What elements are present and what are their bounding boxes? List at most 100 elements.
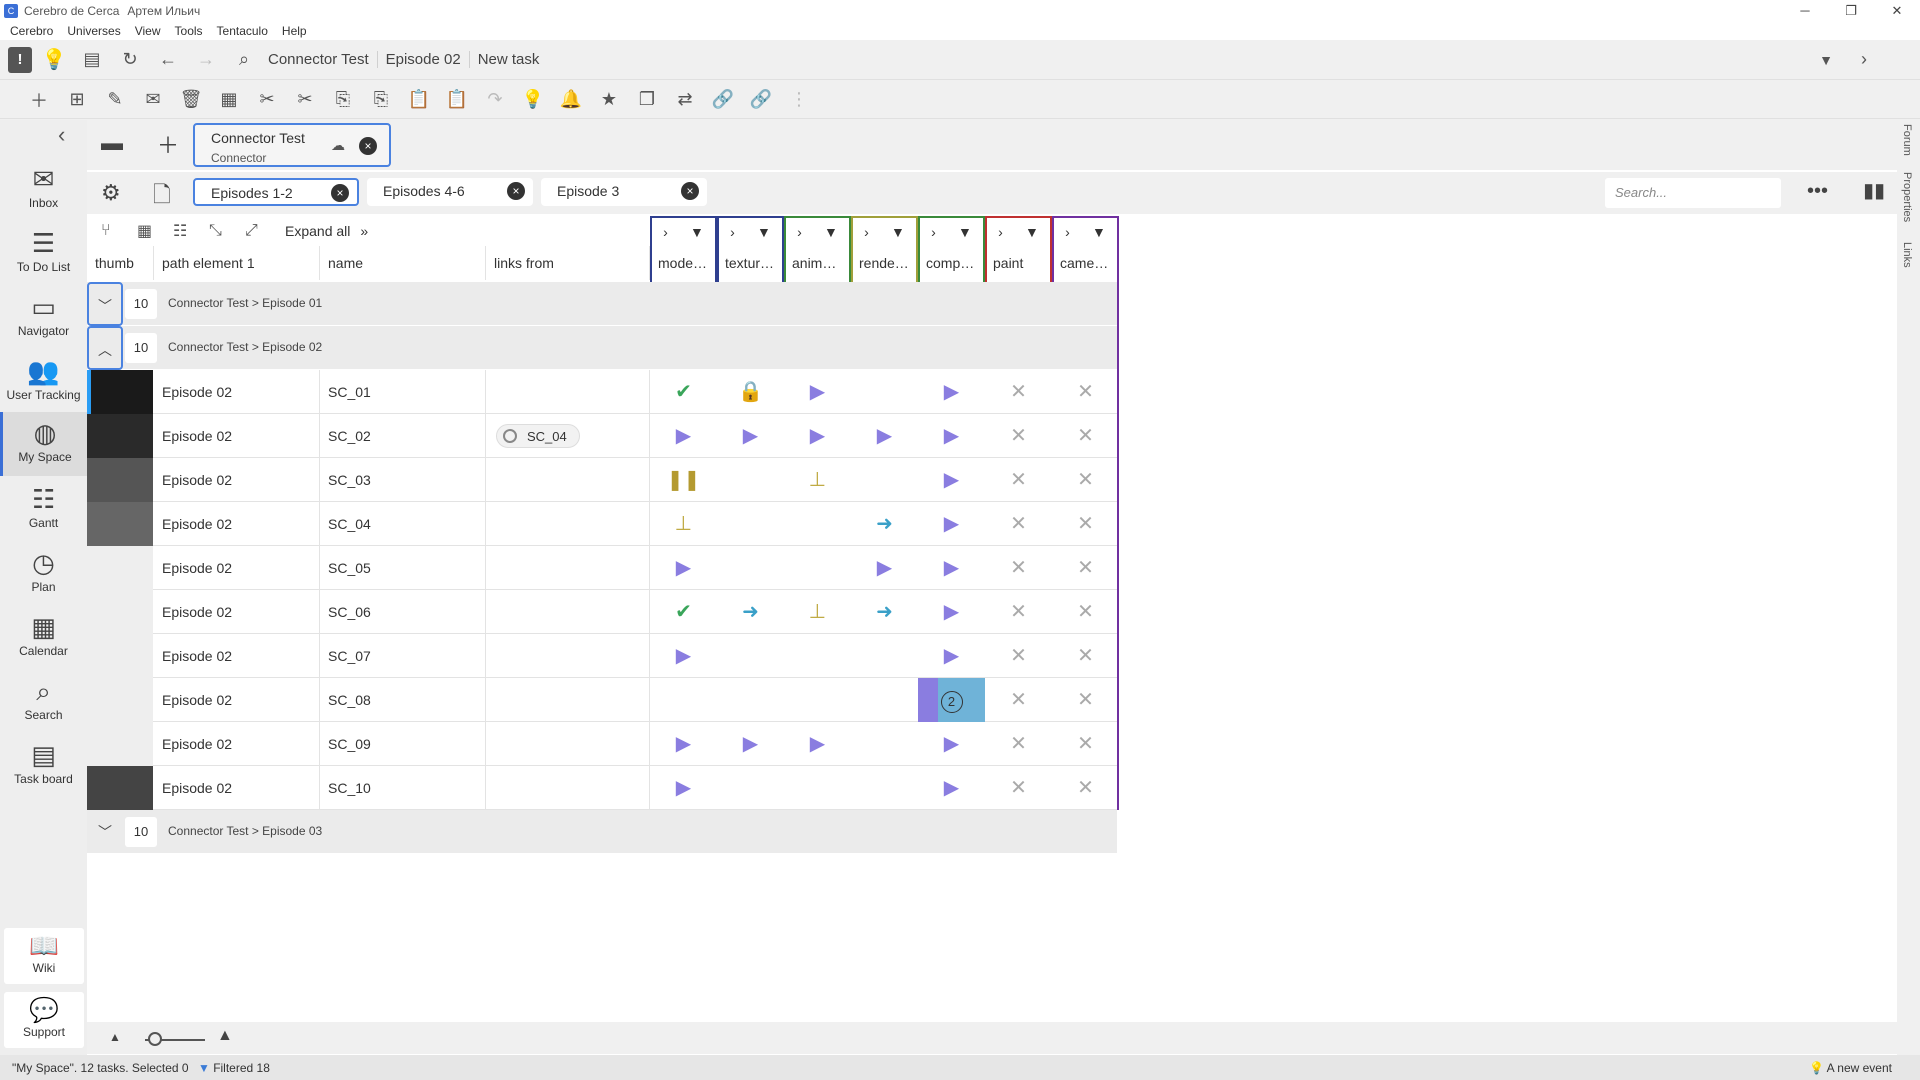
sidebar-item-inbox[interactable]: ✉ Inbox bbox=[0, 158, 87, 222]
cut-alt-icon[interactable]: ✂ bbox=[286, 89, 324, 110]
alert-icon[interactable]: ! bbox=[8, 46, 32, 73]
table-row[interactable]: Episode 02 SC_06 ✔ ➜ ⊥ ➜ ▶ ✕ ✕ bbox=[87, 590, 1117, 634]
table-row[interactable]: Episode 02 SC_01 ✔ 🔒 ▶ ▶ ✕ ✕ bbox=[87, 370, 1117, 414]
status-play-icon[interactable]: ▶ bbox=[851, 546, 918, 590]
status-x-icon[interactable]: ✕ bbox=[985, 546, 1052, 590]
column-header-path[interactable]: path element 1 bbox=[154, 246, 320, 280]
properties-tab[interactable]: Properties bbox=[1901, 172, 1913, 222]
status-stamp-icon[interactable]: ⊥ bbox=[784, 590, 851, 634]
chevron-right-icon[interactable]: › bbox=[1848, 44, 1880, 76]
status-empty[interactable] bbox=[717, 634, 784, 678]
expand-column-icon[interactable]: › bbox=[730, 224, 735, 240]
status-x-icon[interactable]: ✕ bbox=[985, 458, 1052, 502]
copy-alt-icon[interactable]: ⎘ bbox=[362, 89, 400, 110]
status-play-icon[interactable]: ▶ bbox=[784, 722, 851, 766]
status-play-icon[interactable]: ▶ bbox=[784, 414, 851, 458]
table-icon[interactable]: ▦ bbox=[137, 221, 173, 241]
status-empty[interactable] bbox=[851, 634, 918, 678]
status-x-icon[interactable]: ✕ bbox=[1052, 678, 1119, 722]
filter-column-icon[interactable]: ▼ bbox=[824, 224, 838, 240]
status-play-icon[interactable]: ▶ bbox=[650, 766, 717, 810]
table-row[interactable]: Episode 02 SC_03 ❚❚ ⊥ ▶ ✕ ✕ bbox=[87, 458, 1117, 502]
task-column-name[interactable]: mode… bbox=[652, 246, 715, 280]
column-header-links-from[interactable]: links from bbox=[486, 246, 650, 280]
sidebar-item-my-space[interactable]: ◍ My Space bbox=[0, 412, 87, 476]
restore-button[interactable]: ❐ bbox=[1828, 3, 1874, 19]
forward-icon[interactable]: → bbox=[190, 44, 222, 76]
panel-icon[interactable]: ▤ bbox=[76, 44, 108, 76]
filter-column-icon[interactable]: ▼ bbox=[757, 224, 771, 240]
filter-column-icon[interactable]: ▼ bbox=[891, 224, 905, 240]
sidebar-item-gantt[interactable]: ☷ Gantt bbox=[0, 478, 87, 542]
edit-icon[interactable]: ✎ bbox=[96, 89, 134, 110]
expand-column-icon[interactable]: › bbox=[931, 224, 936, 240]
status-play-icon[interactable]: ▶ bbox=[851, 414, 918, 458]
new-event-link[interactable]: A new event bbox=[1827, 1061, 1892, 1075]
search-input[interactable]: Search... bbox=[1605, 178, 1781, 208]
status-x-icon[interactable]: ✕ bbox=[1052, 722, 1119, 766]
status-empty[interactable] bbox=[717, 766, 784, 810]
status-empty[interactable] bbox=[784, 766, 851, 810]
status-x-icon[interactable]: ✕ bbox=[985, 678, 1052, 722]
paste-icon[interactable]: 📋 bbox=[400, 89, 438, 110]
status-x-icon[interactable]: ✕ bbox=[985, 370, 1052, 414]
status-play-icon[interactable]: ▶ bbox=[918, 458, 985, 502]
settings-icon[interactable]: ⚙ bbox=[101, 180, 121, 206]
expand-column-icon[interactable]: › bbox=[998, 224, 1003, 240]
search-icon[interactable]: ⌕ bbox=[228, 44, 260, 76]
status-play-icon[interactable]: ▶ bbox=[918, 634, 985, 678]
database-icon[interactable]: ▦ bbox=[210, 89, 248, 110]
expand-column-icon[interactable]: › bbox=[1065, 224, 1070, 240]
forum-tab[interactable]: Forum bbox=[1901, 124, 1913, 156]
column-header-thumb[interactable]: thumb bbox=[87, 246, 154, 280]
sidebar-item-navigator[interactable]: ▭ Navigator bbox=[0, 286, 87, 350]
status-x-icon[interactable]: ✕ bbox=[985, 766, 1052, 810]
status-x-icon[interactable]: ✕ bbox=[1052, 634, 1119, 678]
status-play-icon[interactable]: ▶ bbox=[784, 370, 851, 414]
task-column-name[interactable]: comp… bbox=[920, 246, 983, 280]
delete-icon[interactable]: 🗑 bbox=[172, 89, 210, 110]
table-row[interactable]: Episode 02 SC_02 SC_04 ▶ ▶ ▶ ▶ ▶ ✕ ✕ bbox=[87, 414, 1117, 458]
expand-column-icon[interactable]: › bbox=[864, 224, 869, 240]
large-image-icon[interactable]: ▲ bbox=[217, 1027, 233, 1045]
links-tab[interactable]: Links bbox=[1901, 242, 1913, 268]
refresh-icon[interactable]: ↻ bbox=[114, 44, 146, 76]
redo-icon[interactable]: ↷ bbox=[476, 89, 514, 110]
status-empty[interactable] bbox=[784, 634, 851, 678]
menu-universes[interactable]: Universes bbox=[67, 24, 120, 38]
transfer-icon[interactable]: ⇄ bbox=[666, 89, 704, 110]
table-row[interactable]: Episode 02 SC_07 ▶ ▶ ✕ ✕ bbox=[87, 634, 1117, 678]
status-check-icon[interactable]: ✔ bbox=[650, 590, 717, 634]
status-empty[interactable] bbox=[717, 546, 784, 590]
status-empty[interactable] bbox=[851, 678, 918, 722]
status-empty[interactable] bbox=[717, 678, 784, 722]
group-row[interactable]: ︿ 10 Connector Test > Episode 02 bbox=[87, 326, 1117, 370]
menu-help[interactable]: Help bbox=[282, 24, 307, 38]
status-play-icon[interactable]: ▶ bbox=[918, 370, 985, 414]
chevron-up-icon[interactable]: ︿ bbox=[87, 326, 123, 370]
columns-icon[interactable]: ☷ bbox=[173, 221, 209, 241]
sidebar-item-task-board[interactable]: ▤ Task board bbox=[0, 734, 87, 798]
chart-icon[interactable]: ▮▮ bbox=[1863, 178, 1885, 203]
unlink-icon[interactable]: 🔗 bbox=[742, 89, 780, 110]
close-filter-tab-icon[interactable]: × bbox=[331, 184, 349, 202]
status-arrow-icon[interactable]: ➜ bbox=[851, 590, 918, 634]
copy-icon[interactable]: ⎘ bbox=[324, 89, 362, 110]
status-play-icon[interactable]: ▶ bbox=[650, 414, 717, 458]
status-x-icon[interactable]: ✕ bbox=[1052, 414, 1119, 458]
group-row[interactable]: ﹀ 10 Connector Test > Episode 01 bbox=[87, 282, 1117, 326]
status-play-icon[interactable]: ▶ bbox=[918, 766, 985, 810]
table-row[interactable]: Episode 02 SC_10 ▶ ▶ ✕ ✕ bbox=[87, 766, 1117, 810]
status-play-icon[interactable]: ▶ bbox=[717, 414, 784, 458]
group-row[interactable]: ﹀ 10 Connector Test > Episode 03 bbox=[87, 810, 1117, 854]
status-check-icon[interactable]: ✔ bbox=[650, 370, 717, 414]
sidebar-item-user-tracking[interactable]: 👥 User Tracking bbox=[0, 350, 87, 414]
sidebar-item-search[interactable]: ⌕ Search bbox=[0, 670, 87, 734]
status-empty[interactable] bbox=[851, 458, 918, 502]
filter-column-icon[interactable]: ▼ bbox=[690, 224, 704, 240]
more-vertical-icon[interactable]: ⋮ bbox=[780, 89, 818, 110]
star-icon[interactable]: ★ bbox=[590, 89, 628, 110]
menu-tools[interactable]: Tools bbox=[175, 24, 203, 38]
expand-column-icon[interactable]: › bbox=[797, 224, 802, 240]
status-play-icon[interactable]: ▶ bbox=[717, 722, 784, 766]
